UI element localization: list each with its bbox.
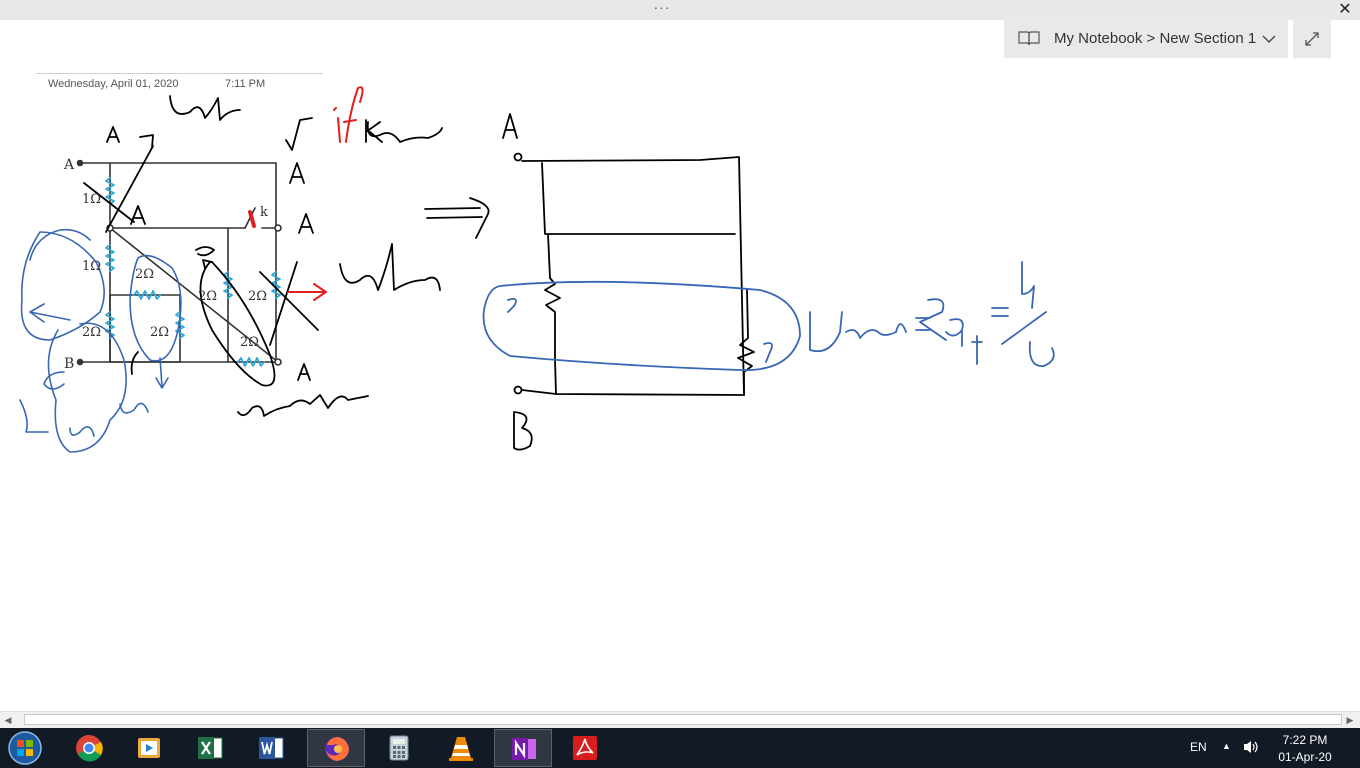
resistor-label: 1Ω (82, 259, 101, 274)
show-hidden-icons-button[interactable]: ▲ (1222, 741, 1231, 751)
horizontal-scrollbar[interactable]: ◀ ▶ (0, 711, 1360, 728)
title-strip: ··· ✕ (0, 0, 1360, 20)
notebook-breadcrumb[interactable]: My Notebook > New Section 1 (1004, 20, 1288, 58)
resistor-label: 2Ω (135, 267, 154, 282)
excel-icon (198, 737, 223, 759)
ink-canvas[interactable]: A B 1Ω 1Ω 2Ω 2Ω 2Ω 2Ω 2Ω 2Ω k (0, 60, 1360, 710)
handwritten-red (287, 86, 364, 301)
word-icon (259, 737, 284, 759)
expand-icon (1305, 32, 1319, 46)
taskbar-calculator[interactable] (370, 729, 428, 767)
scroll-left-button[interactable]: ◀ (2, 714, 14, 726)
taskbar-word[interactable] (242, 729, 300, 767)
chrome-icon (76, 735, 103, 762)
onenote-icon (512, 738, 536, 760)
resistor-label: 2Ω (248, 289, 267, 304)
resistor-label: 2Ω (198, 289, 217, 304)
start-button[interactable] (6, 730, 44, 766)
clock-time[interactable]: 7:22 PM (1270, 733, 1340, 747)
node-label-a: A (63, 157, 75, 173)
taskbar-vlc[interactable] (432, 729, 490, 767)
resistor-label: 1Ω (82, 192, 101, 207)
taskbar-acrobat[interactable] (556, 729, 614, 767)
vlc-icon (449, 737, 473, 761)
taskbar-onenote[interactable] (494, 729, 552, 767)
notebook-icon (1018, 31, 1040, 46)
volume-icon[interactable] (1242, 739, 1260, 755)
resistor-label: 2Ω (82, 325, 101, 340)
scroll-right-button[interactable]: ▶ (1344, 714, 1356, 726)
node-label-b: B (64, 356, 74, 372)
taskbar-firefox[interactable] (307, 729, 365, 767)
language-indicator[interactable]: EN (1190, 740, 1207, 754)
switch-label: k (260, 205, 268, 220)
close-button[interactable]: ✕ (1334, 0, 1356, 20)
clock-date[interactable]: 01-Apr-20 (1270, 750, 1340, 764)
implies-arrow (424, 197, 490, 239)
chevron-down-icon[interactable] (1262, 32, 1276, 46)
resistor-label: 2Ω (150, 325, 169, 340)
resistor-label: 2Ω (240, 335, 259, 350)
taskbar-media-player[interactable] (120, 729, 178, 767)
media-player-icon (138, 738, 160, 758)
firefox-icon (325, 737, 349, 761)
breadcrumb-text: My Notebook > New Section 1 (1054, 30, 1257, 47)
more-options-button[interactable]: ··· (650, 0, 674, 20)
acrobat-icon (573, 736, 597, 760)
handwritten-blue-right (482, 261, 1055, 371)
taskbar-excel[interactable] (181, 729, 239, 767)
taskbar-chrome[interactable] (60, 729, 118, 767)
taskbar: EN ▲ 7:22 PM 01-Apr-20 (0, 728, 1360, 768)
scroll-thumb[interactable] (24, 714, 1342, 725)
expand-button[interactable] (1293, 20, 1331, 58)
calculator-icon (389, 735, 409, 761)
handwritten-black-left (83, 95, 443, 417)
